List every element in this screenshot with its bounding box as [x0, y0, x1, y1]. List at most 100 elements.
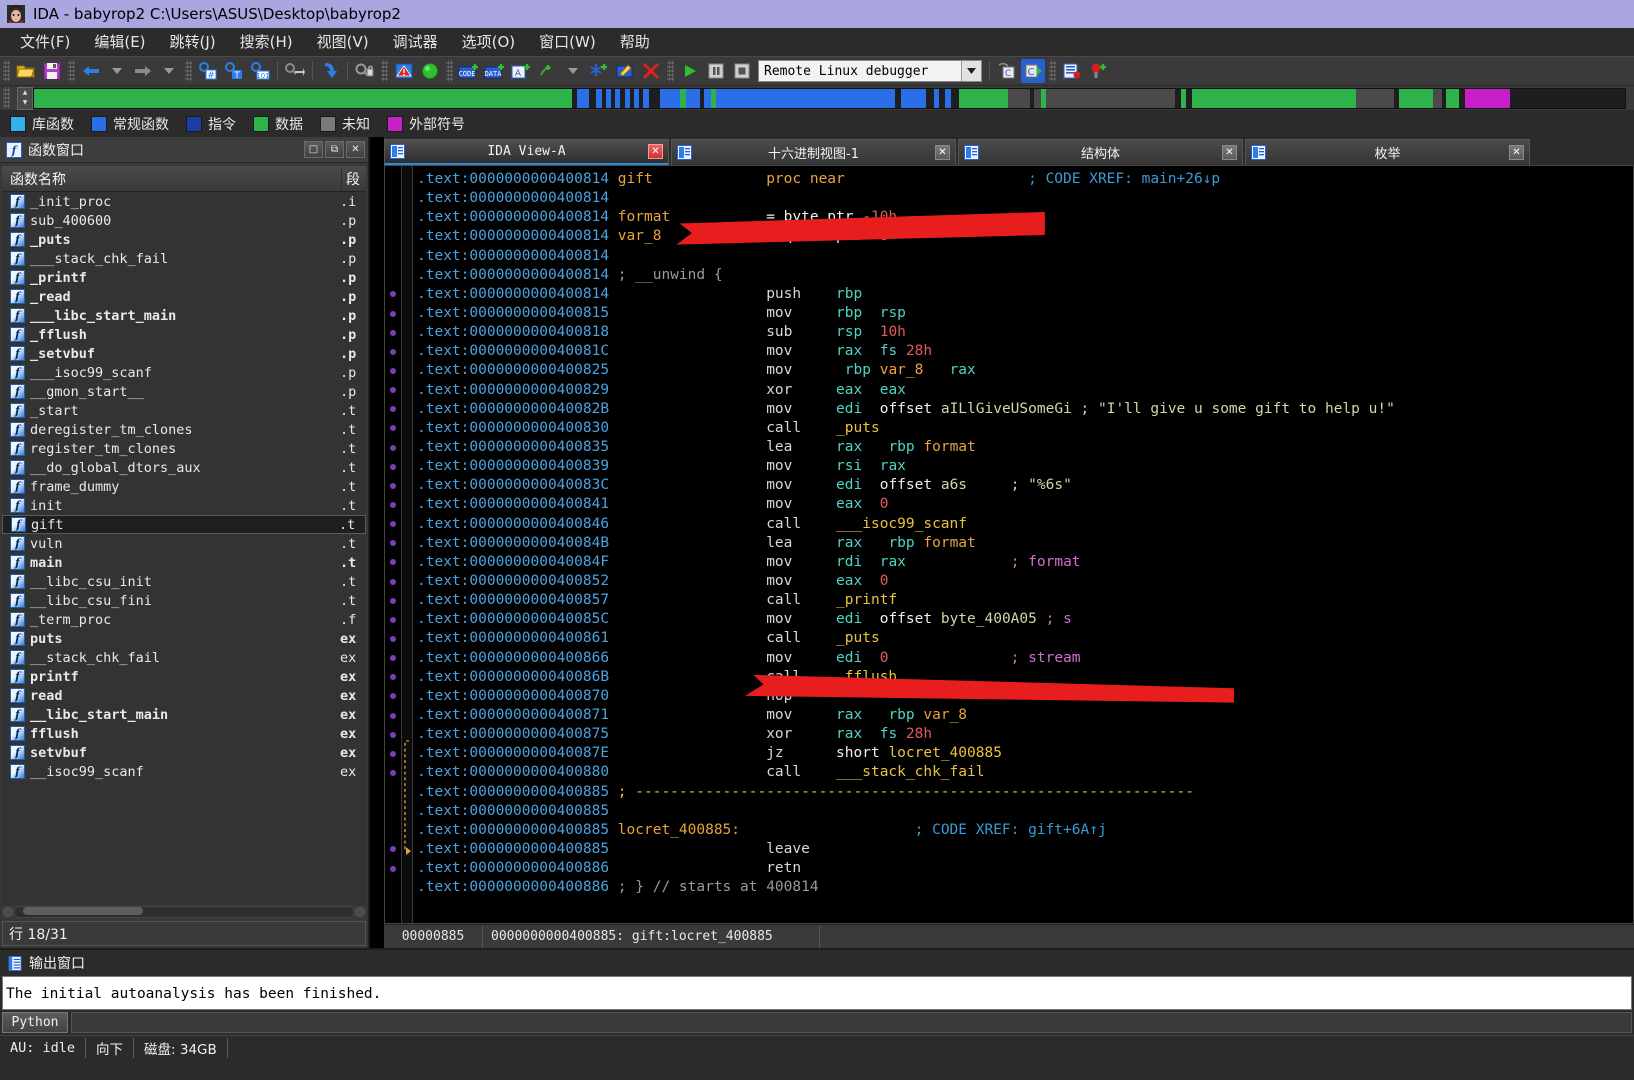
breakpoint-slot[interactable] [385, 304, 401, 323]
function-row[interactable]: f register_tm_clones .t [2, 439, 366, 458]
breakpoint-slot[interactable] [385, 170, 401, 189]
jump-icon[interactable] [283, 59, 307, 83]
breakpoint-slot[interactable] [385, 725, 401, 744]
python-command-input[interactable] [71, 1012, 1632, 1033]
function-row[interactable]: f _term_proc .f [2, 610, 366, 629]
disassembly-line[interactable]: .text:000000000040082B mov edi, offset a… [417, 400, 1633, 419]
forward-arrow-icon[interactable] [131, 59, 155, 83]
panel-divider[interactable] [370, 137, 384, 948]
edit-icon[interactable] [613, 59, 637, 83]
breakpoint-slot[interactable] [385, 457, 401, 476]
breakpoint-dot[interactable] [390, 559, 396, 566]
breakpoint-dot[interactable] [390, 846, 396, 853]
toolbar-grip-4[interactable] [381, 60, 388, 82]
function-row[interactable]: f main .t [2, 553, 366, 572]
stop-icon[interactable] [730, 59, 754, 83]
disassembly-line[interactable]: .text:0000000000400846 call ___isoc99_sc… [417, 515, 1633, 534]
menu-file[interactable]: 文件(F) [8, 29, 82, 54]
step-into-icon[interactable]: C [1021, 59, 1045, 83]
disassembly-line[interactable]: .text:0000000000400886 ; } // starts at … [417, 878, 1633, 897]
disassembly-line[interactable]: .text:000000000040081C mov rax, fs:28h [417, 342, 1633, 361]
tab-ida-view-a[interactable]: IDA View-A ✕ [384, 139, 669, 165]
function-row[interactable]: f __libc_start_main ex [2, 705, 366, 724]
lock-icon[interactable] [353, 59, 377, 83]
functions-scroll-track[interactable] [14, 906, 354, 918]
disassembly-line[interactable]: .text:0000000000400825 mov [rbp+var_8], … [417, 361, 1633, 380]
breakpoint-slot[interactable] [385, 285, 401, 304]
menu-search[interactable]: 搜索(H) [228, 29, 305, 54]
breakpoint-slot[interactable] [385, 763, 401, 782]
functions-column-name[interactable]: 函数名称 [2, 168, 342, 189]
breakpoint-dot[interactable] [390, 463, 396, 470]
warning-icon[interactable] [392, 59, 416, 83]
breakpoint-slot[interactable] [385, 476, 401, 495]
breakpoint-slot[interactable] [385, 515, 401, 534]
breakpoint-dot[interactable] [390, 444, 396, 451]
disassembly-line[interactable]: .text:000000000040084B lea rax, [rbp+for… [417, 534, 1633, 553]
search-text-icon[interactable]: T [222, 59, 246, 83]
open-file-icon[interactable] [14, 59, 38, 83]
functions-close-button[interactable]: ✕ [346, 141, 365, 158]
tab-close-icon[interactable]: ✕ [1509, 145, 1524, 160]
menu-debugger[interactable]: 调试器 [381, 29, 450, 54]
function-row[interactable]: f __libc_csu_init .t [2, 572, 366, 591]
run-icon[interactable] [678, 59, 702, 83]
disassembly-line[interactable]: .text:000000000040085C mov edi, offset b… [417, 610, 1633, 629]
function-row[interactable]: f fflush ex [2, 724, 366, 743]
toolbar-grip-7[interactable] [1049, 60, 1056, 82]
disassembly-line[interactable]: .text:0000000000400841 mov eax, 0 [417, 495, 1633, 514]
disassembly-lines[interactable]: .text:0000000000400814 gift proc near ; … [413, 166, 1633, 923]
disassembly-line[interactable]: .text:0000000000400814 push rbp [417, 285, 1633, 304]
make-struct-icon[interactable] [535, 59, 559, 83]
make-array-icon[interactable] [587, 59, 611, 83]
function-row[interactable]: f __isoc99_scanf ex [2, 762, 366, 781]
function-row[interactable]: f __gmon_start__ .p [2, 382, 366, 401]
breakpoint-slot[interactable] [385, 783, 401, 802]
functions-scroll-left-button[interactable] [3, 907, 13, 917]
breakpoint-slot[interactable] [385, 323, 401, 342]
toolbar-grip-3[interactable] [185, 60, 192, 82]
breakpoint-slot[interactable] [385, 591, 401, 610]
function-row-selected[interactable]: f gift .t [2, 515, 366, 534]
breakpoint-dot[interactable] [390, 865, 396, 872]
tab-view-3[interactable]: 枚举 ✕ [1245, 139, 1530, 165]
disassembly-line[interactable]: .text:0000000000400885 leave [417, 840, 1633, 859]
breakpoint-slot[interactable] [385, 706, 401, 725]
breakpoint-dot[interactable] [390, 597, 396, 604]
disassembly-line[interactable]: .text:0000000000400835 lea rax, [rbp+for… [417, 438, 1633, 457]
function-row[interactable]: f deregister_tm_clones .t [2, 420, 366, 439]
breakpoint-gutter[interactable] [385, 166, 401, 923]
disassembly-line[interactable]: .text:0000000000400885 ; ---------------… [417, 783, 1633, 802]
breakpoint-slot[interactable] [385, 438, 401, 457]
function-row[interactable]: f puts ex [2, 629, 366, 648]
breakpoint-dot[interactable] [390, 750, 396, 757]
breakpoint-slot[interactable] [385, 572, 401, 591]
tab-close-icon[interactable]: ✕ [1222, 145, 1237, 160]
function-row[interactable]: f read ex [2, 686, 366, 705]
disassembly-line[interactable]: .text:0000000000400870 nop [417, 687, 1633, 706]
function-row[interactable]: f _printf .p [2, 268, 366, 287]
menu-window[interactable]: 窗口(W) [527, 29, 608, 54]
breakpoint-slot[interactable] [385, 610, 401, 629]
breakpoint-slot[interactable] [385, 802, 401, 821]
functions-horizontal-scrollbar[interactable] [2, 905, 366, 919]
breakpoint-dot[interactable] [390, 578, 396, 585]
functions-maximize-button[interactable]: □ [304, 141, 323, 158]
breakpoint-dot[interactable] [390, 712, 396, 719]
breakpoint-slot[interactable] [385, 534, 401, 553]
breakpoint-slot[interactable] [385, 840, 401, 859]
breakpoint-dot[interactable] [390, 425, 396, 432]
breakpoint-dot[interactable] [390, 655, 396, 662]
search-binary-icon[interactable]: 101 [248, 59, 272, 83]
breakpoint-dot[interactable] [390, 406, 396, 413]
function-row[interactable]: f __libc_csu_fini .t [2, 591, 366, 610]
disassembly-line[interactable]: .text:0000000000400830 call _puts [417, 419, 1633, 438]
output-window-body[interactable]: The initial autoanalysis has been finish… [2, 976, 1632, 1010]
disassembly-code-area[interactable]: .text:0000000000400814 gift proc near ; … [384, 165, 1634, 924]
disassembly-line[interactable]: .text:0000000000400814 ; __unwind { [417, 266, 1633, 285]
breakpoint-dot[interactable] [390, 674, 396, 681]
delete-icon[interactable] [639, 59, 663, 83]
breakpoint-slot[interactable] [385, 649, 401, 668]
disassembly-line[interactable]: .text:0000000000400814 gift proc near ; … [417, 170, 1633, 189]
breakpoint-slot[interactable] [385, 381, 401, 400]
